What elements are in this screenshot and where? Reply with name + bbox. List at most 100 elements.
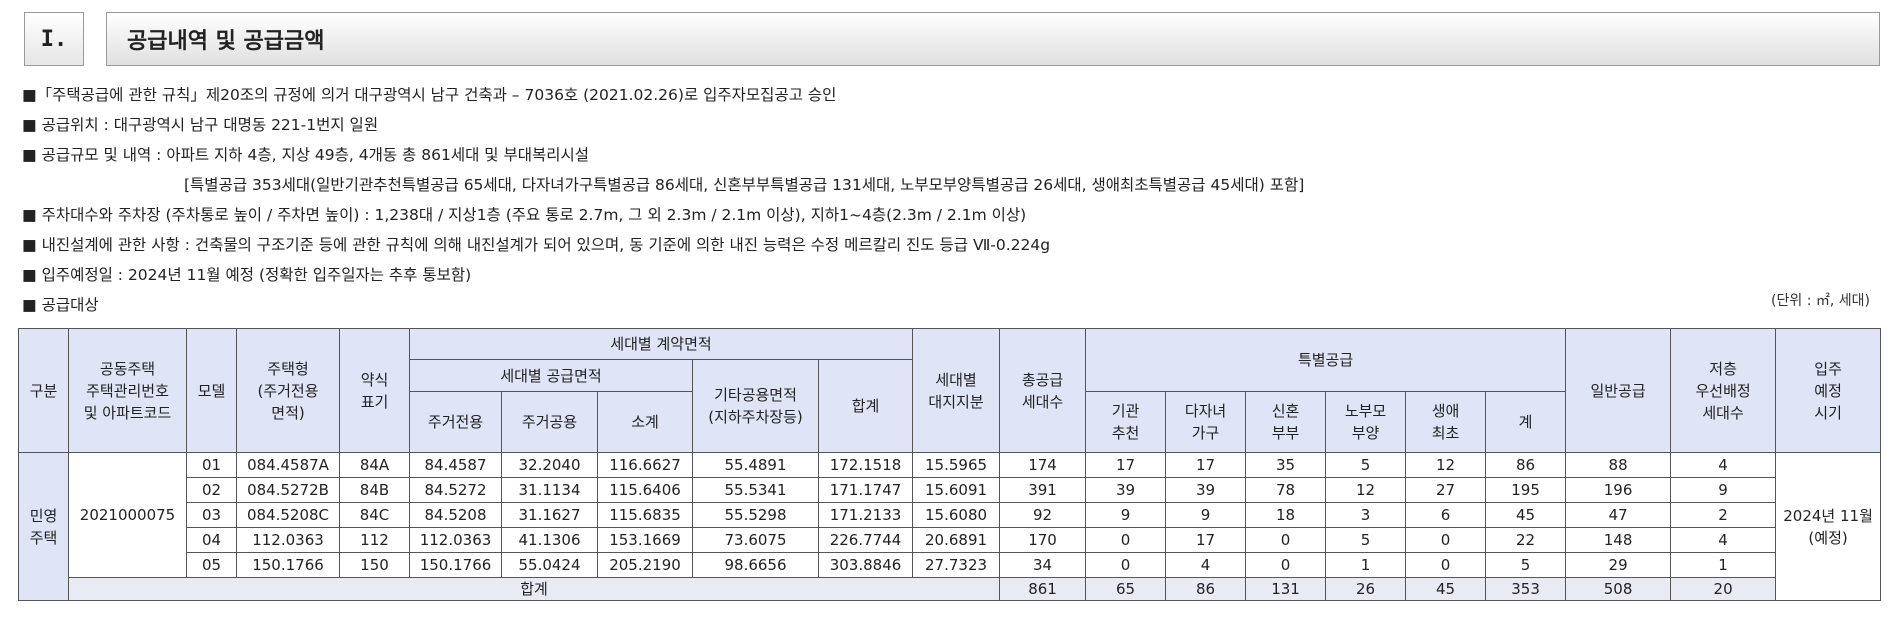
table-row: 04 112.0363 112 112.0363 41.1306 153.166… [19,527,1881,553]
cell-common: 41.1306 [501,527,598,553]
cell-institution: 0 [1085,552,1167,578]
cell-newlywed: 0 [1245,527,1327,553]
cell-elderly: 5 [1325,452,1407,478]
header-multi-child: 다자녀 가구 [1165,391,1247,453]
cell-special-sum: 45 [1485,502,1567,528]
table-row: 민영 주택 2021000075 01 084.4587A 84A 84.458… [18,452,1882,601]
cell-model: 04 [186,527,237,553]
cell-multi-child: 17 [1165,527,1247,553]
header-contract-area: 세대별 계약면적 [408,328,914,360]
cell-elderly: 3 [1325,502,1407,528]
cell-exclusive: 84.5208 [409,502,502,528]
cell-land-share: 15.5965 [912,452,1001,478]
cell-other-common: 73.6075 [692,527,819,553]
cell-low-floor: 1 [1670,552,1777,578]
cell-total-supply: 391 [999,477,1087,503]
move-in-period: 2024년 11월 (예정) [1775,452,1882,601]
cell-total-area: 172.1518 [817,452,914,478]
cell-common: 55.0424 [501,552,598,578]
cell-other-common: 98.6656 [692,552,819,578]
header-special-supply: 특별공급 [1085,328,1567,392]
cell-subtotal: 115.6835 [597,502,693,528]
header-other-common: 기타공용면적 (지하주차장등) [692,359,819,453]
cell-common: 31.1134 [501,477,598,503]
cell-total-area: 171.2133 [817,502,914,528]
header-move-in: 입주 예정 시기 [1775,328,1882,453]
cell-low-floor: 4 [1670,527,1777,553]
total-general-supply: 508 [1565,577,1672,601]
header-model: 모델 [186,328,237,453]
total-elderly: 26 [1325,577,1407,601]
total-low-floor: 20 [1670,577,1777,601]
unit-note: (단위 : ㎡, 세대) [1771,293,1870,309]
housing-code: 2021000075 [68,452,187,578]
approval-line: ■「주택공급에 관한 규칙」제20조의 규정에 의거 대구광역시 남구 건축과 … [22,86,837,104]
cell-elderly: 5 [1325,527,1407,553]
cell-type: 084.4587A [236,452,340,478]
move-in-line: ■ 입주예정일 : 2024년 11월 예정 (정확한 입주일자는 추후 통보함… [22,266,472,284]
total-newlywed: 131 [1245,577,1327,601]
cell-subtotal: 153.1669 [597,527,693,553]
cell-multi-child: 4 [1165,552,1247,578]
cell-exclusive: 112.0363 [409,527,502,553]
cell-special-sum: 5 [1485,552,1567,578]
cell-common: 31.1627 [501,502,598,528]
cell-multi-child: 39 [1165,477,1247,503]
cell-land-share: 15.6091 [912,477,1001,503]
special-supply-line: [특별공급 353세대(일반기관추천특별공급 65세대, 다자녀가구특별공급 8… [184,176,1305,194]
header-housing-code: 공동주택 주택관리번호 및 아파트코드 [68,328,187,453]
table-row: 03 084.5208C 84C 84.5208 31.1627 115.683… [19,502,1881,528]
cell-type: 150.1766 [236,552,340,578]
header-housing-type: 주택형 (주거전용 면적) [236,328,340,453]
cell-abbr: 84C [339,502,410,528]
page: I. 공급내역 및 공급금액 ■「주택공급에 관한 규칙」제20조의 규정에 의… [0,0,1900,619]
cell-elderly: 12 [1325,477,1407,503]
cell-multi-child: 17 [1165,452,1247,478]
cell-abbr: 84B [339,477,410,503]
cell-total-area: 226.7744 [817,527,914,553]
cell-abbr: 84A [339,452,410,478]
total-institution: 65 [1085,577,1167,601]
table-row: 05 150.1766 150 150.1766 55.0424 205.219… [19,552,1881,578]
cell-land-share: 15.6080 [912,502,1001,528]
notice-lines: ■「주택공급에 관한 규칙」제20조의 규정에 의거 대구광역시 남구 건축과 … [22,80,1882,320]
cell-special-sum: 86 [1485,452,1567,478]
cell-other-common: 55.4891 [692,452,819,478]
cell-total-supply: 170 [999,527,1087,553]
section-number: I. [24,12,84,66]
cell-other-common: 55.5298 [692,502,819,528]
cell-model: 01 [186,452,237,478]
cell-low-floor: 4 [1670,452,1777,478]
header-general-supply: 일반공급 [1565,328,1672,453]
cell-common: 32.2040 [501,452,598,478]
header-abbr: 약식 표기 [339,328,410,453]
cell-low-floor: 9 [1670,477,1777,503]
cell-general-supply: 88 [1565,452,1672,478]
cell-exclusive: 150.1766 [409,552,502,578]
header-total-area: 합계 [817,359,914,453]
header-newlywed: 신혼 부부 [1245,391,1327,453]
cell-first-home: 0 [1405,552,1487,578]
header-first-home: 생애 최초 [1405,391,1487,453]
cell-total-area: 303.8846 [817,552,914,578]
cell-institution: 17 [1085,452,1167,478]
cell-type: 112.0363 [236,527,340,553]
total-label: 합계 [67,577,1001,601]
header-land-share: 세대별 대지지분 [912,328,1001,453]
cell-special-sum: 22 [1485,527,1567,553]
cell-subtotal: 205.2190 [597,552,693,578]
cell-newlywed: 0 [1245,552,1327,578]
cell-abbr: 112 [339,527,410,553]
total-first-home: 45 [1405,577,1487,601]
header-gubun: 구분 [18,328,69,453]
cell-total-supply: 174 [999,452,1087,478]
cell-multi-child: 9 [1165,502,1247,528]
cell-model: 02 [186,477,237,503]
cell-general-supply: 47 [1565,502,1672,528]
cell-model: 03 [186,502,237,528]
scale-line: ■ 공급규모 및 내역 : 아파트 지하 4층, 지상 49층, 4개동 총 8… [22,146,590,164]
cell-total-supply: 92 [999,502,1087,528]
location-line: ■ 공급위치 : 대구광역시 남구 대명동 221-1번지 일원 [22,116,379,134]
cell-type: 084.5272B [236,477,340,503]
header-exclusive: 주거전용 [409,391,502,453]
